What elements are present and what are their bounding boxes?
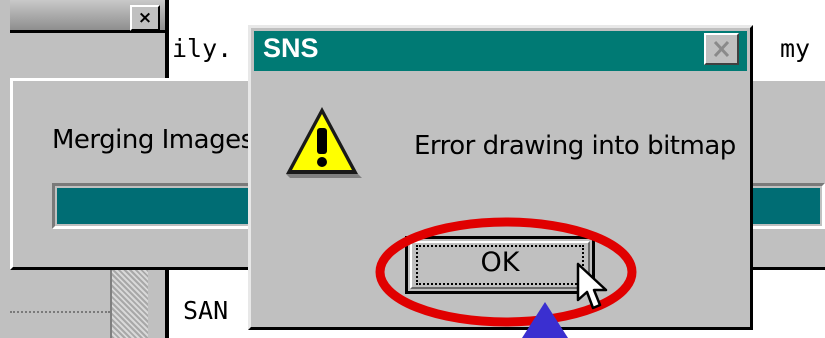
warning-icon — [286, 107, 362, 178]
pointer-arrow-icon — [522, 302, 568, 338]
mouse-cursor-icon — [576, 262, 608, 310]
document-text-fragment: SAN — [183, 296, 229, 325]
document-text-fragment: ily. — [172, 34, 233, 63]
dialog-title: SNS — [263, 33, 319, 63]
close-icon: × — [137, 8, 153, 28]
error-message: Error drawing into bitmap — [414, 131, 736, 161]
scrollbar-track[interactable] — [110, 268, 148, 338]
merging-images-label: Merging Images — [52, 125, 254, 155]
background-window-body — [10, 33, 165, 81]
background-window-close-button[interactable]: × — [130, 5, 160, 31]
dialog-titlebar — [254, 31, 747, 71]
dialog-close-button[interactable] — [704, 33, 739, 65]
close-icon — [713, 40, 730, 58]
document-text-fragment: my — [780, 34, 811, 63]
dotted-divider — [10, 311, 110, 313]
